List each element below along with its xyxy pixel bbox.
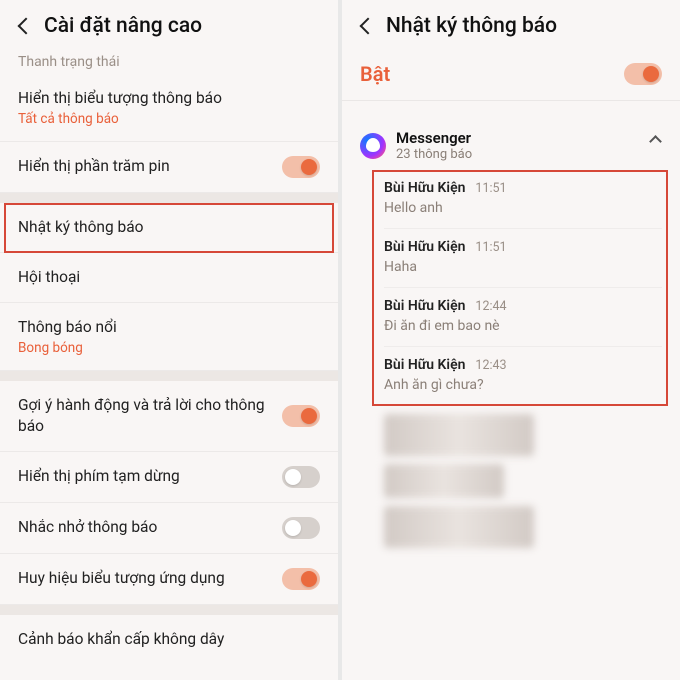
- header: Nhật ký thông báo: [342, 0, 680, 48]
- notification-item[interactable]: Bùi Hữu Kiện 12:43 Anh ăn gì chưa?: [384, 347, 662, 406]
- blurred-item: [384, 414, 534, 456]
- row-title: Gợi ý hành động và trả lời cho thông báo: [18, 395, 282, 437]
- row-title: Cảnh báo khẩn cấp không dây: [18, 629, 224, 650]
- notification-item[interactable]: Bùi Hữu Kiện 12:44 Đi ăn đi em bao nè: [384, 288, 662, 347]
- row-subtitle: Bong bóng: [18, 340, 117, 356]
- body: Anh ăn gì chưa?: [384, 377, 662, 393]
- notification-item[interactable]: Bùi Hữu Kiện 11:51 Haha: [384, 229, 662, 288]
- row-app-badge[interactable]: Huy hiệu biểu tượng ứng dụng: [0, 554, 338, 605]
- notification-item[interactable]: Bùi Hữu Kiện 11:51 Hello anh: [384, 170, 662, 229]
- time: 11:51: [475, 181, 506, 196]
- messenger-icon: [360, 133, 386, 159]
- master-toggle-row[interactable]: Bật: [342, 48, 680, 101]
- row-conversation[interactable]: Hội thoại: [0, 253, 338, 303]
- section-label: Thanh trạng thái: [0, 48, 338, 74]
- sender: Bùi Hữu Kiện: [384, 298, 465, 314]
- toggle-remind[interactable]: [282, 517, 320, 539]
- body: Haha: [384, 259, 662, 275]
- settings-screen: Cài đặt nâng cao Thanh trạng thái Hiển t…: [0, 0, 338, 680]
- row-title: Thông báo nổi: [18, 317, 117, 338]
- blurred-item: [384, 464, 504, 498]
- row-title: Huy hiệu biểu tượng ứng dụng: [18, 568, 225, 589]
- time: 12:43: [475, 358, 506, 373]
- row-title: Nhật ký thông báo: [18, 217, 144, 238]
- sender: Bùi Hữu Kiện: [384, 180, 465, 196]
- divider: [0, 605, 338, 615]
- chevron-up-icon[interactable]: [649, 135, 662, 148]
- row-pause-button[interactable]: Hiển thị phím tạm dừng: [0, 452, 338, 503]
- body: Hello anh: [384, 200, 662, 216]
- blurred-content: [342, 406, 680, 554]
- row-title: Hiển thị phím tạm dừng: [18, 466, 180, 487]
- toggle-battery-percent[interactable]: [282, 156, 320, 178]
- row-title: Hội thoại: [18, 267, 80, 288]
- row-title: Nhắc nhở thông báo: [18, 517, 157, 538]
- page-title: Cài đặt nâng cao: [44, 14, 202, 38]
- app-group-header[interactable]: Messenger 23 thông báo: [342, 115, 680, 170]
- back-icon[interactable]: [360, 18, 377, 35]
- blurred-item: [384, 506, 534, 548]
- time: 12:44: [475, 299, 506, 314]
- back-icon[interactable]: [18, 18, 35, 35]
- divider: [0, 193, 338, 203]
- row-battery-percent[interactable]: Hiển thị phần trăm pin: [0, 142, 338, 193]
- row-notification-log[interactable]: Nhật ký thông báo: [0, 203, 338, 253]
- row-title: Hiển thị biểu tượng thông báo: [18, 88, 222, 109]
- row-title: Hiển thị phần trăm pin: [18, 156, 170, 177]
- time: 11:51: [475, 240, 506, 255]
- master-toggle-label: Bật: [360, 62, 390, 86]
- toggle-pause[interactable]: [282, 466, 320, 488]
- row-floating-notif[interactable]: Thông báo nổi Bong bóng: [0, 303, 338, 371]
- row-suggest-actions[interactable]: Gợi ý hành động và trả lời cho thông báo: [0, 381, 338, 452]
- notification-log-screen: Nhật ký thông báo Bật Messenger 23 thông…: [342, 0, 680, 680]
- row-remind-notif[interactable]: Nhắc nhở thông báo: [0, 503, 338, 554]
- notification-list: Bùi Hữu Kiện 11:51 Hello anh Bùi Hữu Kiệ…: [342, 170, 680, 406]
- row-subtitle: Tất cả thông báo: [18, 111, 222, 127]
- row-show-notif-icons[interactable]: Hiển thị biểu tượng thông báo Tất cả thô…: [0, 74, 338, 142]
- row-emergency-alerts[interactable]: Cảnh báo khẩn cấp không dây: [0, 615, 338, 664]
- app-count: 23 thông báo: [396, 147, 472, 162]
- toggle-suggest[interactable]: [282, 405, 320, 427]
- header: Cài đặt nâng cao: [0, 0, 338, 48]
- spacer: [342, 101, 680, 115]
- toggle-badge[interactable]: [282, 568, 320, 590]
- toggle-master[interactable]: [624, 63, 662, 85]
- body: Đi ăn đi em bao nè: [384, 318, 662, 334]
- app-name: Messenger: [396, 129, 472, 147]
- divider: [0, 371, 338, 381]
- sender: Bùi Hữu Kiện: [384, 357, 465, 373]
- page-title: Nhật ký thông báo: [386, 14, 557, 38]
- sender: Bùi Hữu Kiện: [384, 239, 465, 255]
